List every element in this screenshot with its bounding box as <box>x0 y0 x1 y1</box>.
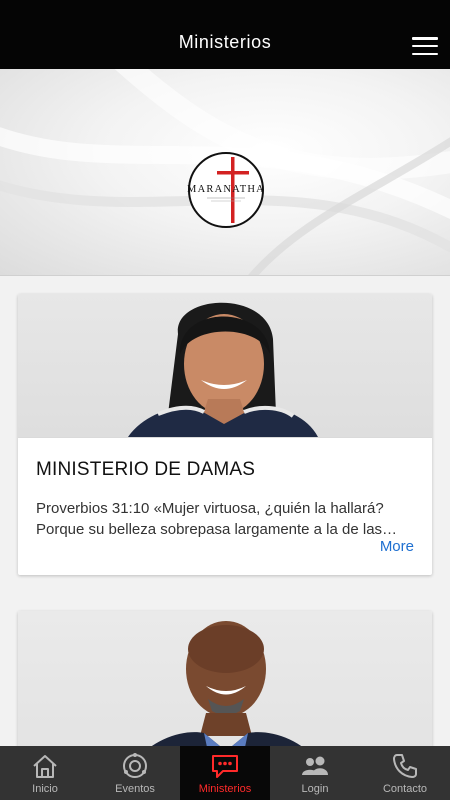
chat-bubble-icon <box>210 751 240 781</box>
hamburger-menu-icon[interactable] <box>412 37 438 55</box>
tab-label: Ministerios <box>198 783 252 795</box>
ministry-title: MINISTERIO DE DAMAS <box>36 459 256 480</box>
app-header: Ministerios <box>0 0 450 69</box>
hero-banner: MARANATHA <box>0 69 450 276</box>
page-title: Ministerios <box>178 32 272 52</box>
maranatha-logo: MARANATHA <box>187 152 265 228</box>
bottom-tab-bar: Inicio Eventos Ministerios Login Contact… <box>0 746 450 800</box>
tab-inicio[interactable]: Inicio <box>0 746 90 800</box>
events-icon <box>120 751 150 781</box>
ministry-description: Proverbios 31:10 «Mujer virtuosa, ¿quién… <box>36 500 398 538</box>
tab-eventos[interactable]: Eventos <box>90 746 180 800</box>
more-link[interactable]: More <box>380 538 414 555</box>
tab-label: Eventos <box>115 783 155 795</box>
tab-label: Contacto <box>382 783 428 795</box>
tab-ministerios[interactable]: Ministerios <box>180 746 270 800</box>
home-icon <box>30 751 60 781</box>
tab-contacto[interactable]: Contacto <box>360 746 450 800</box>
svg-text:MARANATHA: MARANATHA <box>187 184 265 195</box>
card-divider <box>18 437 432 438</box>
tab-login[interactable]: Login <box>270 746 360 800</box>
tab-label: Inicio <box>32 783 58 795</box>
ministry-card[interactable]: MINISTERIO DE DAMAS Proverbios 31:10 «Mu… <box>18 294 432 575</box>
ministry-photo <box>18 294 432 437</box>
users-icon <box>300 751 330 781</box>
tab-label: Login <box>301 783 329 795</box>
phone-icon <box>390 751 420 781</box>
